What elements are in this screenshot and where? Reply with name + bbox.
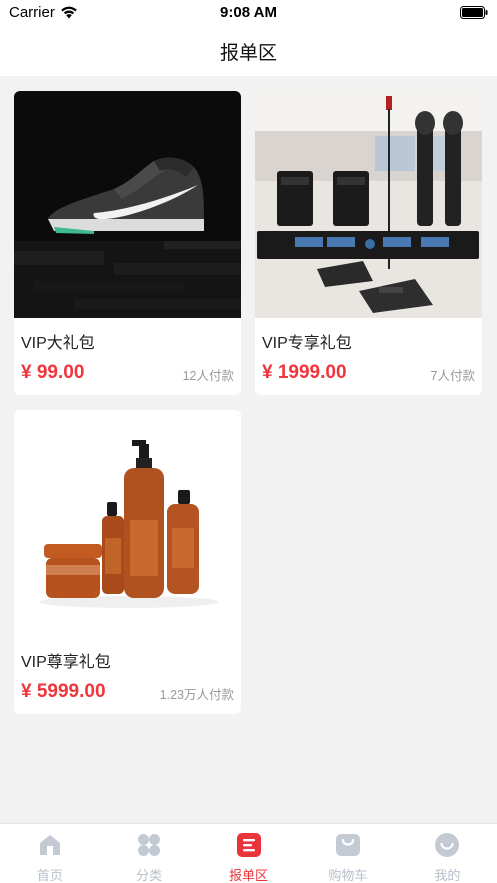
cart-icon [335,834,360,856]
tab-home[interactable]: 首页 [0,824,99,883]
tab-label: 购物车 [328,868,368,883]
product-sales-count: 12人付款 [182,369,234,383]
navigation-bar: 报单区 [0,26,497,76]
battery-icon [460,6,488,19]
product-card[interactable]: VIP大礼包 ¥ 99.00 12人付款 [14,91,241,395]
tab-label: 分类 [136,868,163,883]
product-name: VIP专享礼包 [262,335,352,352]
status-bar: Carrier 9:08 AM [0,0,497,26]
tab-cart[interactable]: 购物车 [298,824,397,883]
product-price: ¥ 99.00 [21,362,85,383]
product-name: VIP尊享礼包 [21,654,111,671]
page-title: 报单区 [219,42,277,64]
haircare-products-photo [14,410,241,637]
sneaker-photo [14,91,241,318]
product-price: ¥ 5999.00 [21,681,106,702]
product-card[interactable]: VIP尊享礼包 ¥ 5999.00 1.23万人付款 [14,410,241,714]
category-icon [138,834,161,856]
product-sales-count: 7人付款 [430,369,475,383]
tab-profile[interactable]: 我的 [398,824,497,883]
tab-label: 首页 [36,868,63,883]
tab-bar: 首页 分类 报单区 购物车 我的 [0,823,497,883]
product-sales-count: 1.23万人付款 [159,688,234,702]
tab-label: 我的 [434,868,461,883]
product-name: VIP大礼包 [21,335,95,352]
clock: 9:08 AM [220,4,277,21]
home-icon [39,835,60,855]
tab-order-zone[interactable]: 报单区 [199,824,298,883]
tab-label: 报单区 [229,868,269,883]
profile-icon [435,833,460,857]
wireless-microphone-set-photo [255,91,482,318]
tab-category[interactable]: 分类 [99,824,198,883]
product-card[interactable]: VIP专享礼包 ¥ 1999.00 7人付款 [255,91,482,395]
product-grid: VIP大礼包 ¥ 99.00 12人付款 VIP专享礼包 ¥ 1999.00 7… [0,76,497,823]
product-price: ¥ 1999.00 [262,362,347,383]
order-list-icon [236,833,261,857]
